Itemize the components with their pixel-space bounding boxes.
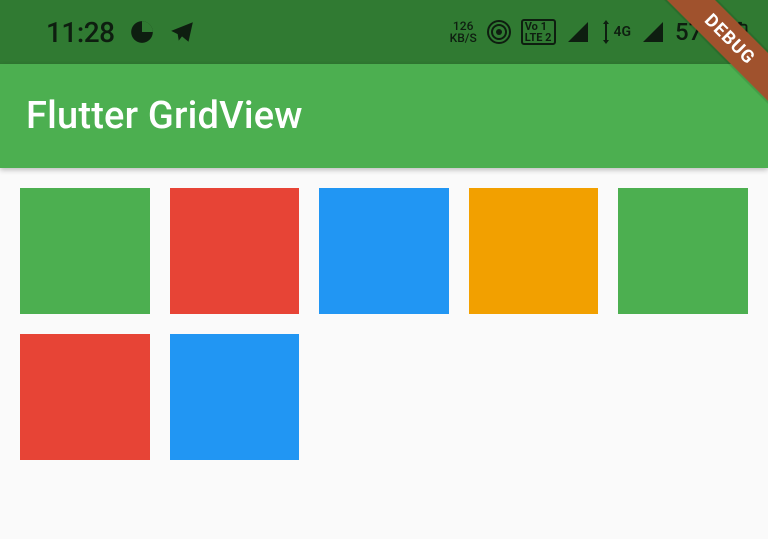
- network-speed: 126 KB/S: [450, 20, 477, 44]
- status-left: 11:28: [46, 16, 195, 49]
- signal-4g-label: 4G: [614, 24, 632, 40]
- grid-tile[interactable]: [170, 188, 300, 314]
- grid-view: [0, 168, 768, 480]
- app-bar: Flutter GridView: [0, 64, 768, 168]
- signal-icon-2: [641, 20, 665, 44]
- grid-tile[interactable]: [20, 334, 150, 460]
- grid-tile[interactable]: [618, 188, 748, 314]
- app-title: Flutter GridView: [26, 94, 303, 138]
- grid-tile[interactable]: [319, 188, 449, 314]
- grid-tile[interactable]: [469, 188, 599, 314]
- app-notif-icon: [129, 19, 155, 45]
- signal-icon-1: [566, 20, 590, 44]
- status-bar: 11:28 126 KB/S Vo 1 LTE 2 4G: [0, 0, 768, 64]
- hotspot-icon: [487, 20, 511, 44]
- grid-tile[interactable]: [170, 334, 300, 460]
- volte-badge: Vo 1 LTE 2: [521, 19, 556, 45]
- network-speed-unit: KB/S: [450, 32, 477, 44]
- updown-icon: [600, 20, 612, 44]
- volte-bottom: LTE 2: [525, 32, 552, 43]
- telegram-icon: [169, 19, 195, 45]
- grid-tile[interactable]: [20, 188, 150, 314]
- clock-time: 11:28: [46, 16, 115, 49]
- signal-4g-group: 4G: [600, 20, 632, 44]
